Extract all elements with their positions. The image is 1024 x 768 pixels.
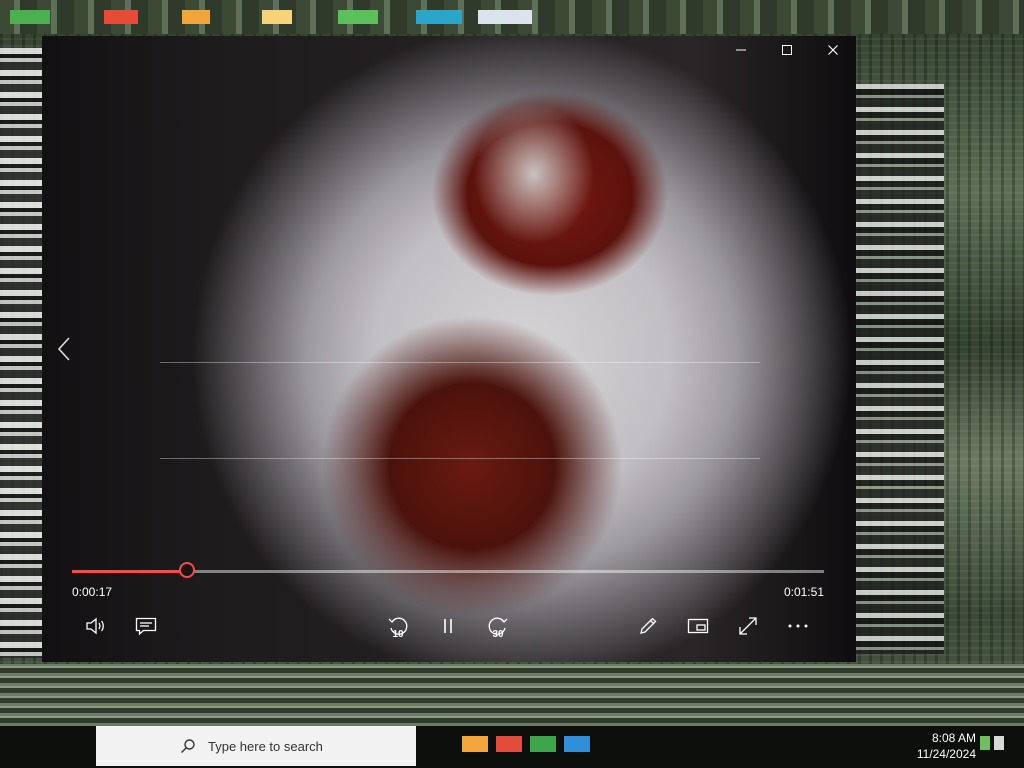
mini-view-icon xyxy=(687,618,709,634)
close-button[interactable] xyxy=(810,36,856,64)
search-icon xyxy=(181,739,195,753)
system-tray xyxy=(980,736,1018,756)
more-options-button[interactable] xyxy=(778,606,818,646)
edit-button[interactable] xyxy=(628,606,668,646)
clock-date: 11/24/2024 xyxy=(916,747,976,761)
maximize-button[interactable] xyxy=(764,36,810,64)
media-player-icon[interactable] xyxy=(564,736,590,752)
elapsed-time: 0:00:17 xyxy=(72,585,113,599)
more-options-icon xyxy=(788,624,808,628)
network-icon[interactable] xyxy=(980,736,990,750)
pause-icon xyxy=(444,619,452,633)
video-glitch-line xyxy=(160,458,760,459)
edit-pen-icon xyxy=(640,617,657,634)
pause-button[interactable] xyxy=(428,606,468,646)
pinned-apps xyxy=(462,736,590,756)
taskbar-search-box[interactable]: Type here to search xyxy=(96,726,416,766)
maximize-icon xyxy=(782,45,792,55)
skip-forward-button[interactable]: 30 xyxy=(478,606,518,646)
seek-bar-progress xyxy=(72,570,188,573)
fullscreen-button[interactable] xyxy=(728,606,768,646)
window-controls xyxy=(718,36,856,64)
skip-forward-label: 30 xyxy=(492,629,504,640)
search-placeholder: Type here to search xyxy=(208,738,323,754)
clock-time: 8:08 AM xyxy=(931,731,976,745)
fullscreen-icon xyxy=(739,617,757,635)
total-duration: 0:01:51 xyxy=(783,585,824,599)
close-icon xyxy=(828,45,838,55)
volume-button[interactable] xyxy=(76,606,116,646)
playback-controls: 10 30 xyxy=(42,606,856,646)
seek-bar-thumb[interactable] xyxy=(179,562,196,578)
speaker-icon[interactable] xyxy=(994,736,1004,750)
skip-back-button[interactable]: 10 xyxy=(378,606,418,646)
media-player-window: 0:00:17 0:01:51 10 30 xyxy=(42,36,856,662)
subtitles-icon xyxy=(135,617,157,636)
mail-icon[interactable] xyxy=(530,736,556,752)
taskbar: Type here to search 8:08 AM 11/24/2024 xyxy=(0,726,1024,768)
video-frame[interactable] xyxy=(42,36,856,662)
minimize-button[interactable] xyxy=(718,36,764,64)
file-explorer-icon[interactable] xyxy=(462,736,488,752)
glitch-artifact-right xyxy=(848,84,944,654)
video-glitch-line xyxy=(160,362,760,363)
glitch-artifact-bottom xyxy=(0,664,1024,726)
glitched-desktop-icons-row xyxy=(0,0,1024,34)
skip-back-label: 10 xyxy=(392,629,404,640)
mini-view-button[interactable] xyxy=(678,606,718,646)
volume-icon xyxy=(86,617,104,635)
system-clock[interactable]: 8:08 AM 11/24/2024 xyxy=(917,730,976,762)
seek-bar[interactable] xyxy=(72,562,824,578)
subtitles-button[interactable] xyxy=(126,606,166,646)
store-icon[interactable] xyxy=(496,736,522,752)
previous-item-button[interactable] xyxy=(54,334,74,364)
chevron-left-icon xyxy=(57,337,70,361)
minimize-icon xyxy=(736,49,746,51)
